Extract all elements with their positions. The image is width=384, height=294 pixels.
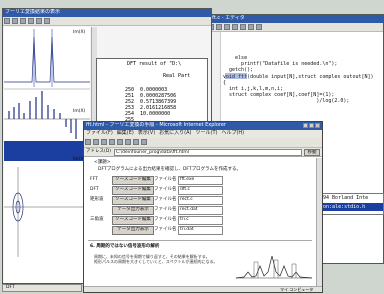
new-icon[interactable]: [4, 18, 10, 24]
show-data-button[interactable]: データ出力表示: [112, 226, 154, 235]
compiler-line-2: tion:ale:stdio.h: [317, 204, 366, 210]
maximize-button[interactable]: [309, 123, 314, 128]
browser-toolbar: [84, 138, 322, 148]
plot-label-mid: Im(X): [73, 109, 86, 114]
home-icon[interactable]: [117, 139, 123, 145]
selected-line-highlight: [225, 73, 247, 79]
section-divider: [88, 240, 312, 241]
file-name-input[interactable]: tri.c: [178, 216, 223, 225]
file-name-input[interactable]: rect.c: [178, 196, 223, 205]
browser-content: <課題> DFTプログラムによる出力結果を確認し、DFTプログラムを作成する。 …: [84, 158, 316, 286]
browser-status-bar: マイ コンピュータ: [84, 286, 322, 292]
search-icon[interactable]: [125, 139, 131, 145]
task-rows: FFT ソースコード編集 ファイル名 fft.exe DFT ソースコード編集 ファイル名 d…: [90, 176, 250, 238]
taskbar-item-label: DFT: [6, 285, 15, 290]
menu-item[interactable]: ツール(T): [196, 130, 218, 136]
task-row: FFT ソースコード編集 ファイル名 fft.exe: [90, 176, 250, 185]
stop-icon[interactable]: [101, 139, 107, 145]
edit-source-button[interactable]: ソースコード編集: [112, 176, 154, 185]
browser-menu-bar: ファイル(F) 編集(E) 表示(V) お気に入り(A) ツール(T) ヘルプ(H): [84, 130, 322, 138]
plot-area: [4, 27, 90, 283]
copy-icon[interactable]: [240, 24, 246, 30]
editor-toolbar: [207, 23, 383, 32]
task-row-prefix: DFT: [90, 187, 99, 192]
task-description: DFTプログラムによる出力結果を確認し、DFTプログラムを作成する。: [98, 167, 242, 172]
file-name-input[interactable]: rect.dat: [178, 206, 223, 215]
file-name-label: ファイル名: [154, 177, 177, 182]
code-line: void ftt(double input[N],struct complex …: [223, 73, 374, 80]
print-icon[interactable]: [28, 18, 34, 24]
address-input[interactable]: C:\dev\fourier_prog\data\fft.html: [114, 149, 302, 156]
task-row: 三角波 ソースコード編集 ファイル名 tri.c: [90, 216, 250, 225]
plot-toolbar: [3, 17, 211, 26]
minimize-button[interactable]: [303, 123, 308, 128]
paste-icon[interactable]: [248, 24, 254, 30]
close-button[interactable]: [315, 123, 320, 128]
task-row: 矩形波 ソースコード編集 ファイル名 rect.c: [90, 196, 250, 205]
editor-title: dft.c - エディタ: [209, 15, 245, 21]
file-name-label: ファイル名: [154, 187, 177, 192]
cut-icon[interactable]: [232, 24, 238, 30]
output-window[interactable]: DFT result of "D:\ Real Part 250 0.000000…: [96, 58, 208, 126]
file-name-input[interactable]: fft.exe: [178, 176, 223, 185]
address-bar: アドレス(D) C:\dev\fourier_prog\data\fft.htm…: [84, 148, 322, 157]
edit-source-button[interactable]: ソースコード編集: [112, 216, 154, 225]
show-data-button[interactable]: データ出力表示: [112, 206, 154, 215]
output-title: DFT result of "D:\: [127, 61, 182, 67]
task-heading: <課題>: [94, 160, 111, 165]
menu-item[interactable]: 表示(V): [138, 130, 155, 136]
taskbar-item[interactable]: DFT: [2, 284, 82, 292]
file-name-input[interactable]: dft.c: [178, 186, 223, 195]
menu-item[interactable]: 編集(E): [117, 130, 134, 136]
browser-window[interactable]: fft.html - フーリエ変換の手順 - Microsoft Interne…: [83, 121, 323, 293]
pulse-spectrum-figure: [235, 255, 313, 279]
menu-item[interactable]: ヘルプ(H): [221, 130, 244, 136]
file-name-label: ファイル名: [154, 217, 177, 222]
file-name-input[interactable]: tri.dat: [178, 226, 223, 235]
code-line: )/log(2.0);: [223, 98, 350, 105]
edit-source-button[interactable]: ソースコード編集: [112, 186, 154, 195]
menu-item[interactable]: ファイル(F): [86, 130, 113, 136]
back-icon[interactable]: [85, 139, 91, 145]
compiler-line-1: 1994 Borland Inte: [317, 195, 369, 201]
file-name-label: ファイル名: [154, 207, 177, 212]
forward-icon[interactable]: [93, 139, 99, 145]
task-row-prefix: 矩形波: [90, 197, 104, 202]
save-file-icon[interactable]: [224, 24, 230, 30]
refresh-icon[interactable]: [109, 139, 115, 145]
section-text: 周期に、未知の信号を周期で繰り返すと、その結果を解析する。 矩形パルスの周期を大…: [94, 254, 218, 264]
status-text: マイ コンピュータ: [280, 287, 314, 292]
save-icon[interactable]: [20, 18, 26, 24]
plot-title-bar[interactable]: フーリエ変換結果の表示: [3, 9, 211, 17]
find-icon[interactable]: [256, 24, 262, 30]
compiler-output: 1994 Borland Inte tion:ale:stdio.h: [315, 193, 384, 215]
browser-title: fft.html - フーリエ変換の手順 - Microsoft Interne…: [86, 122, 226, 128]
browser-title-bar[interactable]: fft.html - フーリエ変換の手順 - Microsoft Interne…: [84, 122, 322, 130]
file-name-label: ファイル名: [154, 197, 177, 202]
open-file-icon[interactable]: [216, 24, 222, 30]
output-header: Real Part: [163, 73, 191, 79]
help-icon[interactable]: [44, 18, 50, 24]
output-rows: 250 0.0000003 251 0.0000287506 252 0.57138673…: [125, 87, 205, 125]
zoom-icon[interactable]: [36, 18, 42, 24]
plot-title: フーリエ変換結果の表示: [5, 9, 61, 15]
menu-item[interactable]: お気に入り(A): [159, 130, 191, 136]
file-name-label: ファイル名: [154, 227, 177, 232]
edit-source-button[interactable]: ソースコード編集: [112, 196, 154, 205]
address-label: アドレス(D): [86, 149, 111, 154]
task-row: データ出力表示 ファイル名 rect.dat: [90, 206, 250, 215]
favorites-icon[interactable]: [133, 139, 139, 145]
plot-label-top: Im(X): [73, 30, 86, 35]
section-title: 6. 周期的ではない信号波形の解析: [90, 244, 160, 249]
browser-scrollbar[interactable]: [316, 158, 322, 286]
task-row-prefix: 三角波: [90, 217, 104, 222]
history-icon[interactable]: [141, 139, 147, 145]
task-row: データ出力表示 ファイル名 tri.dat: [90, 226, 250, 235]
open-icon[interactable]: [12, 18, 18, 24]
task-row: DFT ソースコード編集 ファイル名 dft.c: [90, 186, 250, 195]
go-button[interactable]: 移動: [304, 149, 320, 156]
task-row-prefix: FFT: [90, 177, 98, 182]
editor-title-bar[interactable]: dft.c - エディタ: [207, 15, 383, 23]
